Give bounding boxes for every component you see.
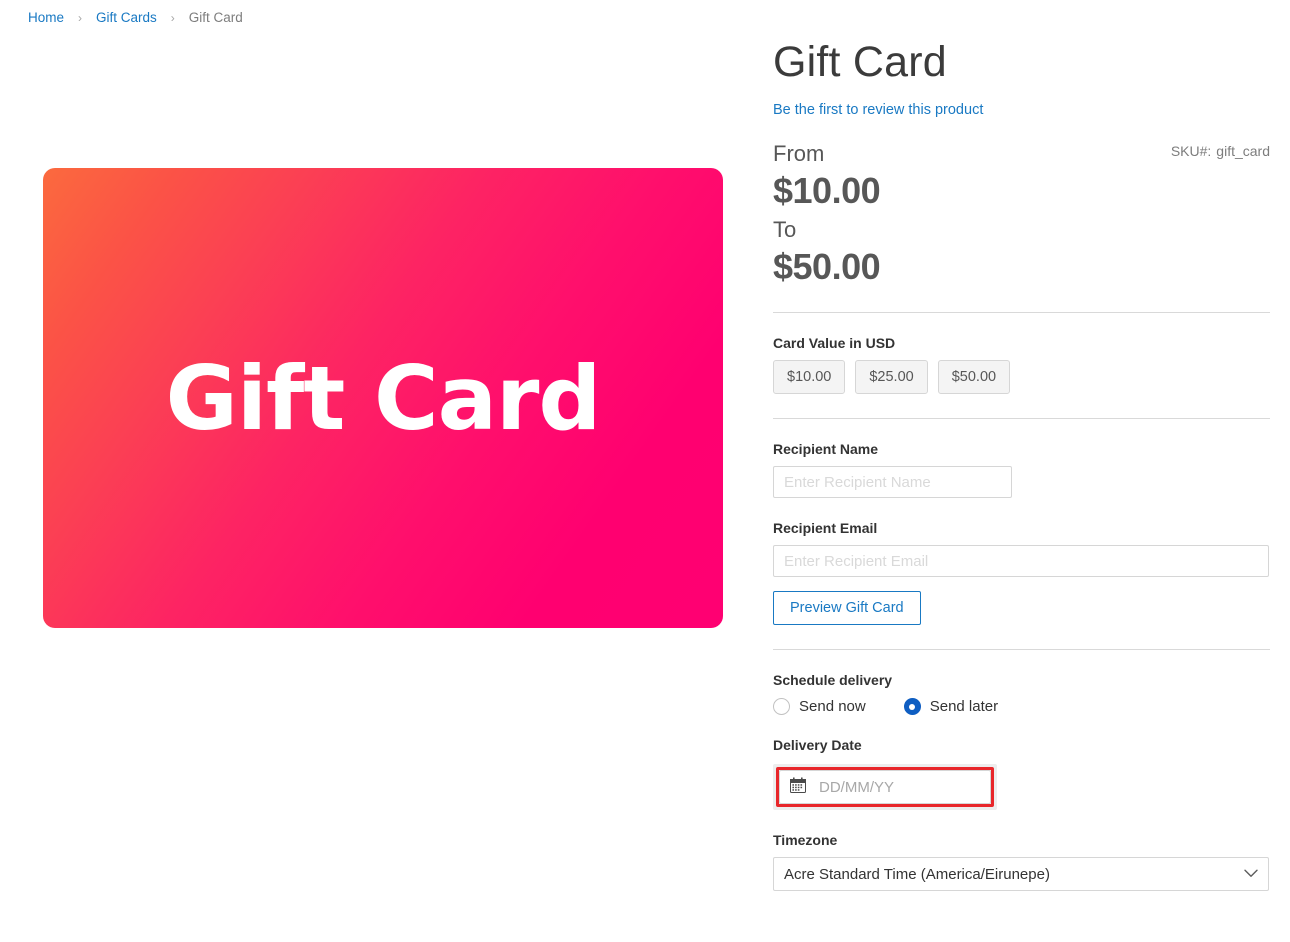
card-value-option-50[interactable]: $50.00 bbox=[937, 360, 1011, 395]
delivery-date-label: Delivery Date bbox=[773, 737, 862, 754]
breadcrumb-separator-icon: › bbox=[78, 10, 83, 25]
delivery-date-highlight: DD/MM/YY bbox=[773, 764, 997, 811]
recipient-email-input[interactable] bbox=[773, 545, 1269, 578]
sku-label: SKU#: bbox=[1170, 143, 1212, 160]
radio-send-now-label: Send now bbox=[799, 698, 866, 716]
gift-card-image[interactable]: Gift Card bbox=[43, 168, 723, 628]
review-link[interactable]: Be the first to review this product bbox=[773, 102, 983, 118]
price-from-value: $10.00 bbox=[773, 170, 881, 212]
radio-send-later-label: Send later bbox=[929, 698, 999, 716]
price-to-value: $50.00 bbox=[773, 245, 881, 287]
card-value-options: $10.00 $25.00 $50.00 bbox=[773, 360, 1270, 395]
timezone-label: Timezone bbox=[773, 832, 838, 849]
sku-value: gift_card bbox=[1216, 143, 1270, 160]
delivery-date-input[interactable]: DD/MM/YY bbox=[779, 770, 991, 805]
divider bbox=[773, 312, 1270, 314]
preview-gift-card-button[interactable]: Preview Gift Card bbox=[773, 591, 921, 626]
divider bbox=[773, 418, 1270, 420]
recipient-name-label: Recipient Name bbox=[773, 441, 879, 458]
schedule-delivery-options: Send now Send later bbox=[773, 698, 1270, 716]
card-value-option-10[interactable]: $10.00 bbox=[773, 360, 846, 395]
page-title: Gift Card bbox=[773, 38, 947, 86]
price-sku-row: SKU#: gift_card From $10.00 To $50.00 bbox=[773, 137, 1270, 288]
divider bbox=[773, 649, 1270, 651]
recipient-email-label: Recipient Email bbox=[773, 520, 878, 537]
breadcrumb-item-home[interactable]: Home bbox=[28, 10, 64, 25]
price-to-label: To bbox=[773, 216, 797, 242]
breadcrumb: Home › Gift Cards › Gift Card bbox=[28, 10, 243, 25]
product-gallery: Gift Card bbox=[43, 168, 723, 628]
timezone-selected-value: Acre Standard Time (America/Eirunepe) bbox=[784, 865, 1050, 883]
product-info-panel: Gift Card Be the first to review this pr… bbox=[773, 0, 1270, 892]
calendar-icon[interactable] bbox=[790, 777, 806, 798]
card-value-option-25[interactable]: $25.00 bbox=[855, 360, 928, 395]
breadcrumb-item-current: Gift Card bbox=[188, 10, 243, 25]
timezone-select-wrap: Acre Standard Time (America/Eirunepe) bbox=[773, 857, 1269, 892]
breadcrumb-item-gift-cards[interactable]: Gift Cards bbox=[96, 10, 157, 25]
delivery-date-placeholder: DD/MM/YY bbox=[819, 778, 894, 796]
card-value-label: Card Value in USD bbox=[773, 335, 896, 352]
recipient-name-input[interactable] bbox=[773, 466, 1012, 499]
schedule-delivery-label: Schedule delivery bbox=[773, 672, 893, 689]
radio-send-now[interactable]: Send now bbox=[773, 698, 866, 716]
timezone-select[interactable]: Acre Standard Time (America/Eirunepe) bbox=[773, 857, 1269, 892]
sku: SKU#: gift_card bbox=[1171, 143, 1270, 159]
gift-card-image-label: Gift Card bbox=[165, 346, 602, 450]
radio-send-later[interactable]: Send later bbox=[903, 698, 999, 716]
breadcrumb-separator-icon: › bbox=[170, 10, 175, 25]
radio-circle-icon[interactable] bbox=[773, 698, 790, 716]
radio-circle-selected-icon[interactable] bbox=[903, 698, 921, 716]
